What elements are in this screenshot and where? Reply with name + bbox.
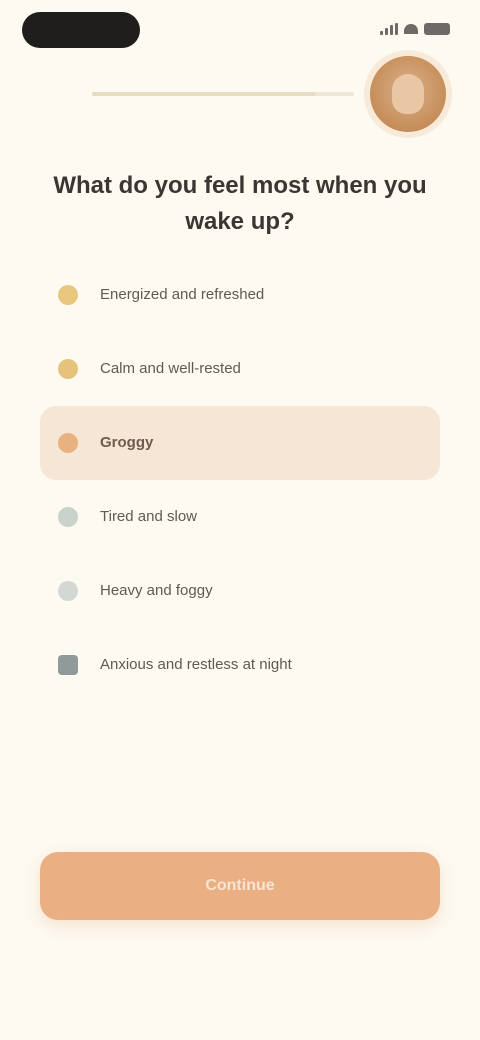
option-anxious[interactable]: Anxious and restless at night <box>40 628 440 702</box>
option-groggy[interactable]: Groggy <box>40 406 440 480</box>
option-label: Calm and well-rested <box>100 360 241 377</box>
status-icons <box>380 22 450 36</box>
dynamic-island <box>22 12 140 48</box>
option-label: Anxious and restless at night <box>100 656 292 673</box>
option-label: Tired and slow <box>100 508 197 525</box>
continue-button[interactable]: Continue <box>40 852 440 920</box>
signal-icon <box>380 23 398 35</box>
status-bar <box>0 0 480 60</box>
leaf-icon <box>58 507 78 527</box>
wifi-icon <box>404 24 418 34</box>
question-title: What do you feel most when you wake up? <box>53 172 427 235</box>
progress-bar <box>92 92 354 96</box>
coffee-icon <box>58 433 78 453</box>
moon-icon <box>58 655 78 675</box>
battery-icon <box>424 23 450 35</box>
app-screen: What do you feel most when you wake up? … <box>0 0 480 1040</box>
sun-icon <box>58 285 78 305</box>
option-label: Energized and refreshed <box>100 286 265 303</box>
option-energized[interactable]: Energized and refreshed <box>40 258 440 332</box>
sparkle-icon <box>58 359 78 379</box>
progress-fill <box>92 92 315 96</box>
avatar-face <box>392 74 424 114</box>
option-heavy[interactable]: Heavy and foggy <box>40 554 440 628</box>
option-label: Heavy and foggy <box>100 582 213 599</box>
avatar <box>370 56 446 132</box>
option-label: Groggy <box>100 434 154 451</box>
cloud-icon <box>58 581 78 601</box>
options-list: Energized and refreshed Calm and well-re… <box>40 258 440 702</box>
option-calm[interactable]: Calm and well-rested <box>40 332 440 406</box>
option-tired[interactable]: Tired and slow <box>40 480 440 554</box>
